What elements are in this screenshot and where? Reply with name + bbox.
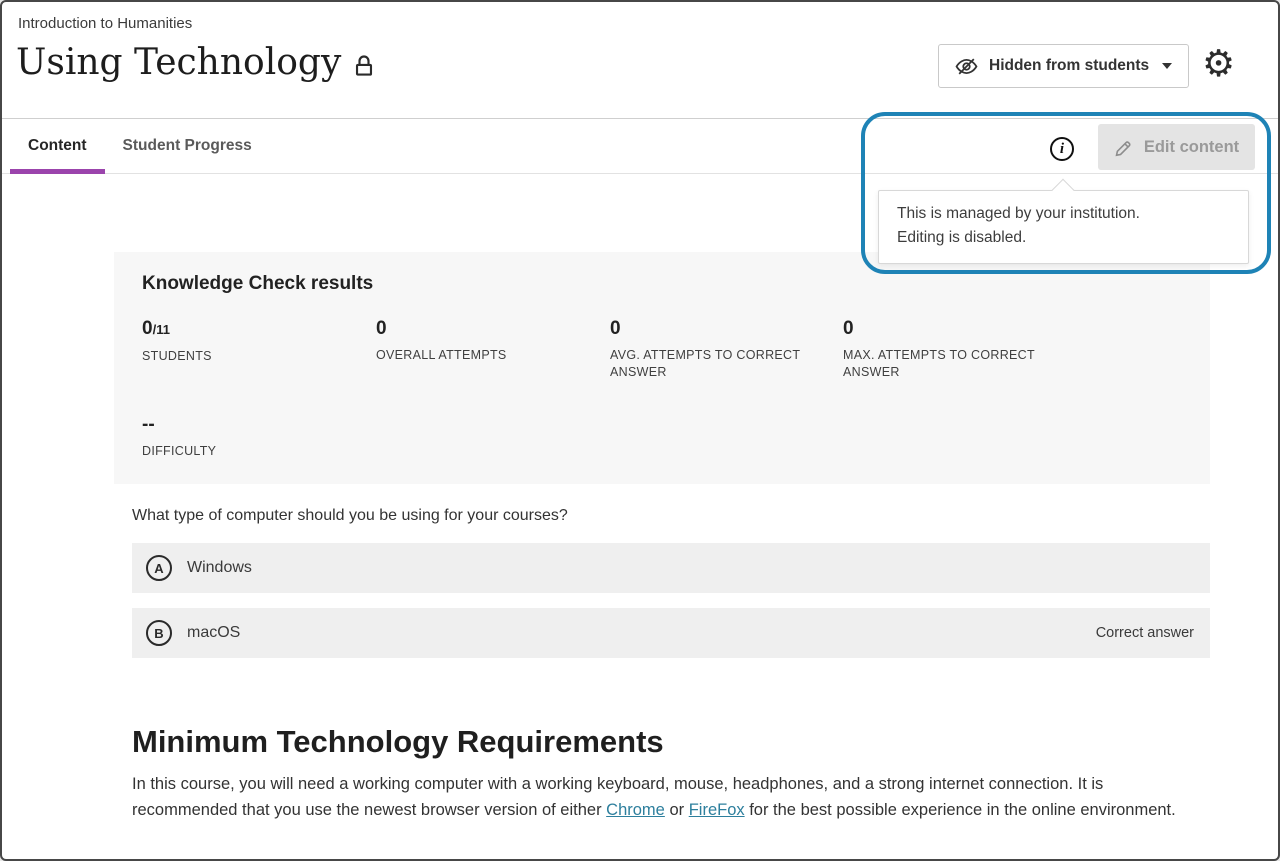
info-circle-icon[interactable]: i [1050,137,1074,161]
results-stats-grid: 0/11 STUDENTS 0 OVERALL ATTEMPTS 0 AVG. … [142,318,1182,460]
tooltip-line-1: This is managed by your institution. [897,202,1230,226]
paragraph-text-2: or [665,801,689,819]
title-row: Using Technology [16,40,373,85]
results-card-title: Knowledge Check results [142,273,1182,295]
knowledge-check-results-card: Knowledge Check results 0/11 STUDENTS 0 … [114,252,1210,484]
caret-down-icon [1162,63,1172,69]
stat-avg-attempts: 0 AVG. ATTEMPTS TO CORRECT ANSWER [610,318,843,381]
stat-students-label: STUDENTS [142,348,347,365]
stat-max-attempts: 0 MAX. ATTEMPTS TO CORRECT ANSWER [843,318,1182,381]
tooltip: This is managed by your institution. Edi… [878,190,1249,264]
stat-difficulty: -- DIFFICULTY [142,414,376,460]
answer-letter-b: B [146,620,172,646]
correct-answer-badge: Correct answer [1096,625,1194,641]
stat-overall-attempts: 0 OVERALL ATTEMPTS [376,318,610,381]
visibility-dropdown-button[interactable]: Hidden from students [938,44,1189,88]
stat-avg-attempts-label: AVG. ATTEMPTS TO CORRECT ANSWER [610,347,815,381]
app-window: Introduction to Humanities Using Technol… [0,0,1280,861]
stat-avg-attempts-value: 0 [610,318,621,339]
stat-students-suffix: /11 [153,322,170,337]
tab-bar: Content Student Progress [2,119,1278,174]
page-title: Using Technology [16,40,341,85]
eye-slash-icon [955,58,978,75]
answer-label-b: macOS [187,624,240,642]
stat-overall-attempts-label: OVERALL ATTEMPTS [376,347,581,364]
firefox-link[interactable]: FireFox [689,801,745,819]
stat-students: 0/11 STUDENTS [142,318,376,381]
tab-student-progress[interactable]: Student Progress [105,119,270,173]
answer-letter-a: A [146,555,172,581]
tab-content[interactable]: Content [10,119,105,173]
breadcrumb[interactable]: Introduction to Humanities [18,15,192,32]
edit-content-button[interactable]: Edit content [1098,124,1255,170]
question-text: What type of computer should you be usin… [132,507,568,525]
answer-row-a: A Windows [132,543,1210,593]
stat-difficulty-label: DIFFICULTY [142,443,347,460]
stat-students-value: 0 [142,318,153,339]
edit-content-label: Edit content [1144,138,1239,157]
section-paragraph: In this course, you will need a working … [132,772,1204,823]
stat-difficulty-value: -- [142,414,155,435]
pencil-icon [1114,138,1133,157]
tooltip-line-2: Editing is disabled. [897,226,1230,250]
paragraph-text-3: for the best possible experience in the … [745,801,1176,819]
lock-icon [355,54,373,77]
answer-row-b: B macOS Correct answer [132,608,1210,658]
tooltip-caret [1052,179,1075,202]
section-heading: Minimum Technology Requirements [132,724,664,760]
stat-max-attempts-value: 0 [843,318,854,339]
stat-max-attempts-label: MAX. ATTEMPTS TO CORRECT ANSWER [843,347,1048,381]
stat-overall-attempts-value: 0 [376,318,387,339]
answer-label-a: Windows [187,559,252,577]
chrome-link[interactable]: Chrome [606,801,665,819]
visibility-label: Hidden from students [989,57,1149,75]
gear-icon[interactable]: ⚙ [1202,44,1235,84]
